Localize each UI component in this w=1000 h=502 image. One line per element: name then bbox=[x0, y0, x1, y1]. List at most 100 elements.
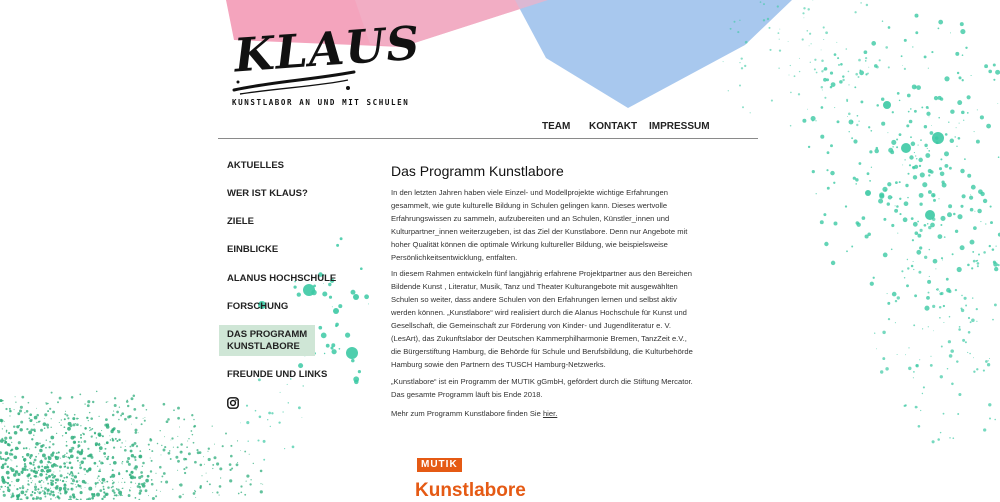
splatter-dot bbox=[912, 239, 914, 241]
splatter-dot bbox=[38, 421, 40, 423]
sidebar-item-ziele[interactable]: ZIELE bbox=[227, 216, 254, 228]
splatter-dot bbox=[63, 477, 65, 479]
splatter-dot bbox=[40, 429, 43, 432]
splatter-dot bbox=[790, 125, 792, 127]
nav-team[interactable]: TEAM bbox=[542, 121, 570, 132]
splatter-dot bbox=[965, 47, 967, 49]
sidebar-item-das-programm-kunstlabore[interactable]: DAS PROGRAMM KUNSTLABORE bbox=[227, 329, 307, 353]
splatter-dot bbox=[993, 262, 998, 267]
splatter-dot bbox=[868, 126, 870, 128]
splatter-dot bbox=[50, 482, 54, 486]
splatter-dot bbox=[141, 423, 143, 425]
nav-kontakt[interactable]: KONTAKT bbox=[589, 121, 637, 132]
splatter-dot bbox=[952, 253, 954, 255]
splatter-dot bbox=[38, 470, 39, 471]
splatter-dot bbox=[89, 412, 90, 413]
splatter-dot bbox=[75, 484, 76, 485]
splatter-dot bbox=[107, 456, 109, 458]
splatter-dot bbox=[97, 466, 98, 467]
splatter-dot bbox=[318, 326, 322, 330]
splatter-dot bbox=[134, 476, 136, 478]
sidebar-item-freunde-und-links[interactable]: FREUNDE UND LINKS bbox=[227, 369, 327, 381]
splatter-dot bbox=[83, 468, 86, 471]
splatter-dot bbox=[961, 111, 965, 115]
splatter-dot bbox=[0, 439, 4, 443]
splatter-dot bbox=[913, 222, 918, 227]
splatter-dot bbox=[839, 80, 843, 84]
instagram-icon[interactable] bbox=[227, 397, 239, 409]
splatter-dot bbox=[69, 458, 71, 460]
splatter-dot bbox=[968, 317, 970, 319]
splatter-dot bbox=[938, 28, 940, 30]
splatter-dot bbox=[122, 488, 123, 489]
splatter-dot bbox=[41, 460, 42, 461]
splatter-dot bbox=[112, 438, 114, 440]
splatter-dot bbox=[742, 106, 744, 108]
splatter-dot bbox=[833, 182, 835, 184]
splatter-dot bbox=[33, 424, 34, 425]
splatter-dot bbox=[88, 487, 92, 491]
splatter-dot bbox=[44, 471, 45, 472]
program-paragraph: „Kunstlabore“ ist ein Programm der MUTIK… bbox=[391, 375, 693, 401]
splatter-dot bbox=[823, 69, 825, 71]
more-info-link[interactable]: hier. bbox=[543, 409, 557, 418]
more-info-text: Mehr zum Programm Kunstlabore finden Sie… bbox=[391, 409, 557, 418]
splatter-dot bbox=[144, 417, 145, 418]
splatter-dot bbox=[821, 70, 823, 72]
splatter-dot bbox=[977, 262, 980, 265]
splatter-dot bbox=[16, 479, 20, 483]
splatter-dot bbox=[287, 384, 288, 385]
splatter-dot bbox=[280, 392, 281, 393]
splatter-dot bbox=[6, 471, 10, 475]
splatter-dot bbox=[135, 469, 136, 470]
splatter-dot bbox=[963, 120, 964, 121]
splatter-dot bbox=[4, 426, 5, 427]
splatter-dot bbox=[135, 417, 137, 419]
splatter-dot bbox=[95, 442, 98, 445]
splatter-dot bbox=[37, 488, 39, 490]
sidebar-item-aktuelles[interactable]: AKTUELLES bbox=[227, 160, 284, 172]
splatter-dot bbox=[50, 462, 52, 464]
splatter-dot bbox=[958, 76, 961, 79]
splatter-dot bbox=[109, 435, 110, 436]
splatter-dot bbox=[237, 462, 238, 463]
splatter-dot bbox=[948, 122, 949, 123]
splatter-dot bbox=[92, 493, 96, 497]
splatter-dot bbox=[43, 482, 44, 483]
splatter-dot bbox=[925, 210, 935, 220]
splatter-dot bbox=[92, 435, 93, 436]
splatter-dot bbox=[326, 344, 330, 348]
splatter-dot bbox=[26, 428, 28, 430]
splatter-dot bbox=[292, 446, 295, 449]
splatter-dot bbox=[949, 354, 953, 358]
nav-impressum[interactable]: IMPRESSUM bbox=[649, 121, 710, 132]
splatter-dot bbox=[899, 181, 901, 183]
splatter-dot bbox=[131, 444, 134, 447]
splatter-dot bbox=[39, 449, 43, 453]
splatter-dot bbox=[80, 464, 81, 465]
splatter-dot bbox=[136, 445, 138, 447]
splatter-dot bbox=[21, 491, 25, 495]
splatter-dot bbox=[129, 489, 130, 490]
splatter-dot bbox=[970, 321, 972, 323]
sidebar-item-forschung[interactable]: FORSCHUNG bbox=[227, 301, 288, 313]
splatter-dot bbox=[928, 174, 930, 176]
splatter-dot bbox=[111, 487, 113, 489]
sidebar-item-alanus-hochschule[interactable]: ALANUS HOCHSCHULE bbox=[227, 273, 336, 285]
splatter-dot bbox=[932, 305, 935, 308]
splatter-dot bbox=[67, 467, 70, 470]
splatter-dot bbox=[120, 415, 122, 417]
splatter-dot bbox=[164, 446, 166, 448]
splatter-dot bbox=[904, 39, 907, 42]
sidebar-item-einblicke[interactable]: EINBLICKE bbox=[227, 244, 278, 256]
splatter-dot bbox=[940, 375, 943, 378]
splatter-dot bbox=[967, 264, 970, 267]
splatter-dot bbox=[200, 464, 203, 467]
splatter-dot bbox=[147, 475, 150, 478]
splatter-dot bbox=[42, 490, 43, 491]
splatter-dot bbox=[66, 441, 67, 442]
splatter-dot bbox=[128, 463, 131, 466]
splatter-dot bbox=[915, 14, 919, 18]
sidebar-item-wer-ist-klaus[interactable]: WER IST KLAUS? bbox=[227, 188, 308, 200]
splatter-dot bbox=[329, 296, 332, 299]
